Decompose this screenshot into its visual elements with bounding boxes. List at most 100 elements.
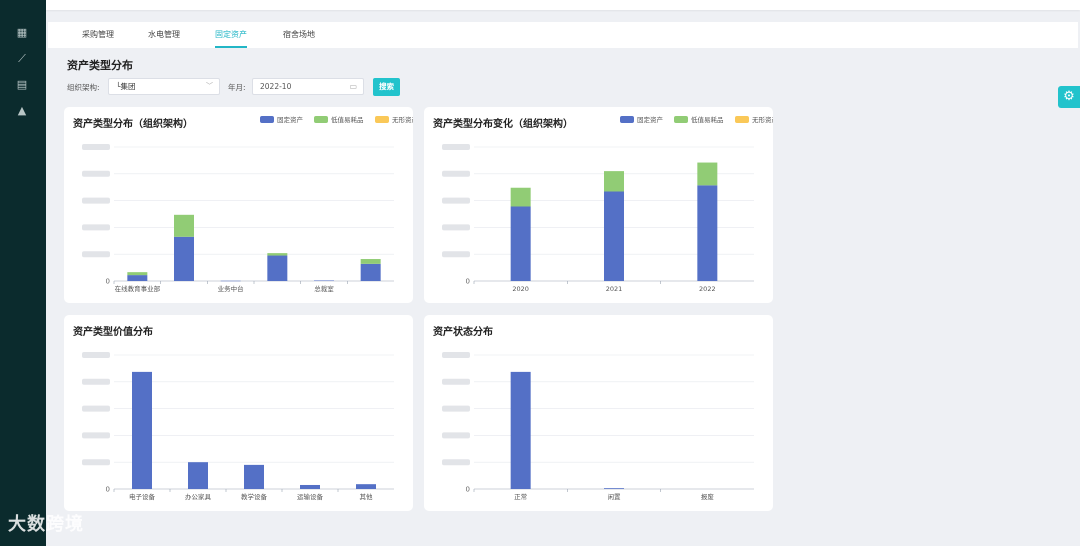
x-tick-label: 在线教育事业部 (115, 284, 161, 293)
legend-label[interactable]: 低值易耗品 (691, 115, 724, 124)
y-tick-label-blurred (442, 144, 470, 150)
y-tick-label-blurred (442, 432, 470, 439)
watermark: 大数跨境 (8, 514, 84, 535)
y-tick-label-blurred (82, 224, 110, 231)
chart-svg: 0 正常 闲置 报废 (442, 352, 754, 501)
settings-gear-icon[interactable]: ⚙ (1058, 86, 1080, 108)
bar[interactable] (174, 236, 194, 281)
legend-swatch[interactable] (620, 116, 634, 123)
tab-fixed-assets-label: 固定资产 (215, 30, 247, 39)
y-tick-label-blurred (82, 144, 110, 150)
bar[interactable] (697, 162, 718, 186)
y-tick-label-blurred (442, 170, 470, 177)
legend-label[interactable]: 无形资产 (392, 115, 413, 124)
page-title: 资产类型分布 (67, 59, 133, 72)
x-tick-label: 2020 (512, 285, 529, 293)
chart-svg: 0 在线教育事业部 业务中台 总裁室 固定资产 低值易耗品 无形资产 (82, 115, 413, 293)
y-tick-label-blurred (82, 459, 110, 466)
y-tick-label-blurred (82, 170, 110, 177)
bar[interactable] (267, 253, 288, 256)
bar[interactable] (697, 185, 718, 281)
x-tick-label: 正常 (514, 492, 527, 501)
legend-label[interactable]: 固定资产 (277, 115, 304, 124)
bar[interactable] (314, 280, 334, 281)
x-tick-label: 闲置 (608, 492, 622, 501)
legend-swatch[interactable] (260, 116, 274, 123)
bar[interactable] (604, 171, 624, 192)
legend-swatch[interactable] (314, 116, 328, 123)
bar[interactable] (360, 259, 381, 264)
chart-card-type-distribution: 资产类型分布（组织架构） 0 在线教育事业部 业务中台 总裁室 固定资产 低值易耗品 无形资… (64, 107, 413, 303)
tab-dormitory[interactable]: 宿舍场地 (283, 22, 315, 48)
y-tick-label-blurred (82, 432, 110, 439)
bar[interactable] (244, 464, 264, 489)
y-tick-label-blurred (82, 378, 110, 385)
legend-swatch[interactable] (674, 116, 688, 123)
y-tick-label-blurred (442, 405, 470, 412)
rocket-icon[interactable]: ▲ (15, 104, 29, 118)
bar[interactable] (510, 206, 531, 281)
y-tick-label: 0 (466, 486, 470, 494)
org-select[interactable]: └集团 ﹀ (108, 78, 220, 95)
x-tick-label: 2022 (699, 285, 716, 293)
active-tab-indicator (215, 46, 247, 48)
bar[interactable] (220, 280, 241, 282)
legend-label[interactable]: 固定资产 (637, 115, 664, 124)
bar[interactable] (267, 255, 288, 281)
tab-utilities[interactable]: 水电管理 (148, 22, 180, 48)
month-label: 年月: (228, 83, 246, 92)
bar[interactable] (356, 484, 376, 489)
bar[interactable] (174, 214, 194, 237)
chevron-down-icon: ﹀ (206, 82, 213, 90)
bar[interactable] (510, 371, 531, 489)
dashboard-icon[interactable]: ▦ (15, 26, 29, 40)
y-tick-label-blurred (82, 251, 110, 258)
bar[interactable] (127, 272, 148, 276)
x-tick-label: 办公家具 (185, 492, 212, 501)
y-tick-label-blurred (442, 378, 470, 385)
y-tick-label-blurred (82, 352, 110, 358)
bar[interactable] (300, 484, 320, 489)
y-tick-label-blurred (82, 405, 110, 412)
bar[interactable] (360, 263, 381, 281)
bar[interactable] (604, 191, 624, 281)
org-select-value: └集团 (116, 82, 136, 91)
chart-svg: 0 2020 2021 2022 固定资产 低值易耗品 无形资产 (442, 115, 773, 293)
legend-swatch[interactable] (735, 116, 749, 123)
x-tick-label: 报废 (701, 492, 715, 501)
y-tick-label-blurred (82, 197, 110, 204)
y-tick-label-blurred (442, 251, 470, 258)
month-picker[interactable]: 2022-10 ▭ (252, 78, 364, 95)
x-tick-label: 总裁室 (314, 284, 334, 293)
x-tick-label: 业务中台 (218, 284, 244, 293)
x-tick-label: 2021 (606, 285, 623, 293)
tab-procurement[interactable]: 采购管理 (82, 22, 114, 48)
chart-svg: 0 电子设备 办公家具 教学设备 运输设备 其他 (82, 352, 394, 501)
x-tick-label: 教学设备 (241, 492, 268, 501)
chart-card-status-distribution: 资产状态分布 0 正常 闲置 报废 (424, 315, 773, 511)
layout-icon[interactable]: ▤ (15, 78, 29, 92)
chart-card-type-trend: 资产类型分布变化（组织架构） 0 2020 2021 2022 固定资产 低值易耗品 无形资… (424, 107, 773, 303)
tab-bar: 采购管理 水电管理 固定资产 宿舍场地 (48, 22, 1078, 48)
y-tick-label-blurred (442, 459, 470, 466)
x-tick-label: 电子设备 (129, 492, 156, 501)
y-tick-label-blurred (442, 352, 470, 358)
y-tick-label: 0 (466, 278, 470, 286)
bar[interactable] (188, 462, 208, 489)
sidebar: ▦ ⟋ ▤ ▲ (0, 0, 46, 546)
y-tick-label: 0 (106, 486, 110, 494)
x-tick-label: 其他 (360, 492, 374, 501)
legend-swatch[interactable] (375, 116, 389, 123)
trend-icon[interactable]: ⟋ (15, 52, 29, 66)
y-tick-label-blurred (442, 197, 470, 204)
legend-label[interactable]: 低值易耗品 (331, 115, 364, 124)
search-button[interactable]: 搜索 (373, 78, 400, 96)
bar[interactable] (510, 187, 531, 207)
bar[interactable] (132, 371, 152, 489)
bar[interactable] (604, 488, 624, 489)
legend-label[interactable]: 无形资产 (752, 115, 773, 124)
tab-fixed-assets[interactable]: 固定资产 (215, 22, 247, 48)
org-label: 组织架构: (67, 83, 100, 92)
calendar-icon: ▭ (349, 82, 357, 91)
bar[interactable] (127, 275, 148, 281)
